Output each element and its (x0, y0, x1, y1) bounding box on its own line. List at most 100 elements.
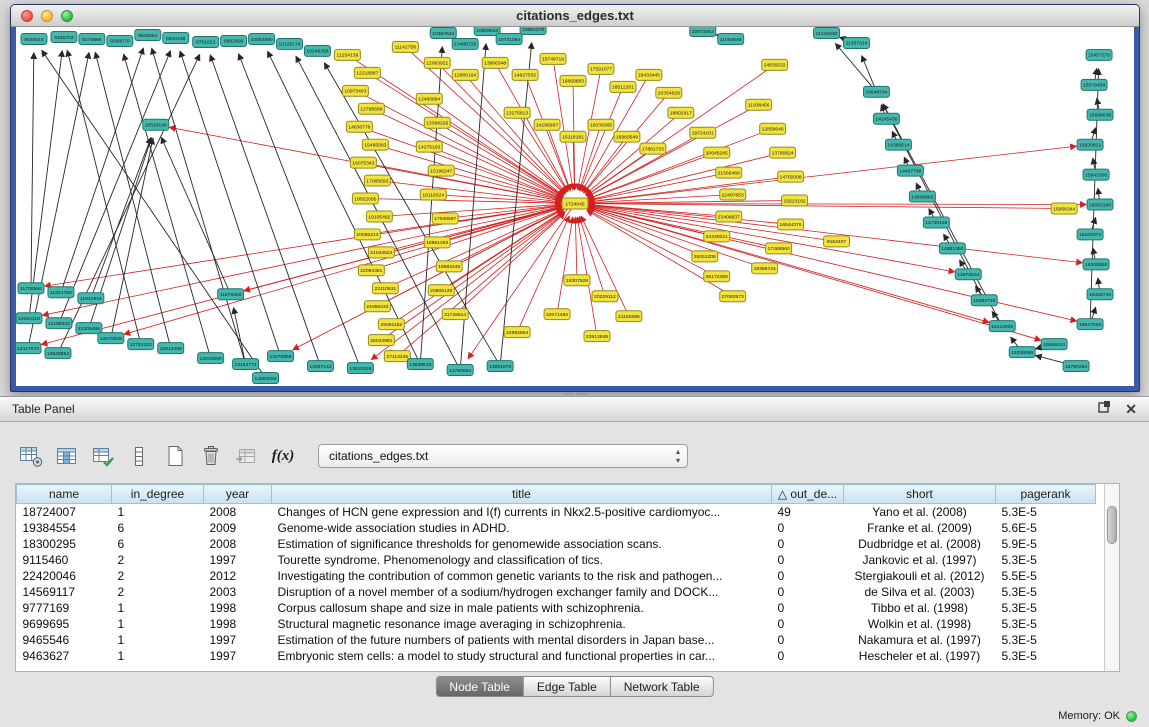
graph-node[interactable]: 11254139 (334, 49, 360, 60)
graph-node[interactable]: 23110531 (372, 283, 398, 294)
graph-node[interactable]: 11579382 (218, 289, 244, 300)
graph-node[interactable]: 16426742 (1087, 289, 1113, 300)
graph-node[interactable]: 27113245 (384, 351, 410, 362)
graph-node[interactable]: 23913848 (584, 331, 610, 342)
close-window-button[interactable] (21, 10, 33, 22)
graph-node[interactable]: 21566469 (716, 167, 742, 178)
graph-node[interactable]: 13881878 (487, 361, 513, 372)
graph-node[interactable]: 14636778 (346, 121, 372, 132)
graph-node[interactable]: 20229112 (592, 291, 618, 302)
graph-node[interactable]: 10367542 (430, 27, 456, 38)
graph-node[interactable]: 14608982 (909, 191, 935, 202)
import-table-button[interactable] (232, 442, 262, 470)
graph-node[interactable]: 16305558 (1083, 259, 1109, 270)
graph-node[interactable]: 20805126 (428, 285, 454, 296)
graph-node[interactable]: 14275183 (416, 141, 442, 152)
graph-node[interactable]: 10852278 (520, 27, 546, 34)
graph-node[interactable]: 21726814 (442, 309, 468, 320)
graph-node[interactable]: 17591077 (588, 63, 614, 74)
graph-node[interactable]: 14366614 (885, 139, 911, 150)
graph-node[interactable]: 12306486 (76, 323, 102, 334)
graph-node[interactable]: 18512261 (610, 81, 636, 92)
table-row[interactable]: 1456911722003Disruption of a novel membe… (17, 584, 1096, 600)
graph-node[interactable]: 10246358 (304, 45, 330, 56)
graph-node[interactable]: 11938456 (746, 99, 772, 110)
table-row[interactable]: 946362711997Embryonic stem cells: a mode… (17, 648, 1096, 664)
graph-node[interactable]: 10003990 (249, 33, 275, 44)
table-row[interactable]: 977716911998Corpus callosum shape and si… (17, 600, 1096, 616)
graph-node[interactable]: 20645285 (704, 147, 730, 158)
graph-node[interactable]: 14196997 (534, 119, 560, 130)
graph-node[interactable]: 9154407 (824, 236, 850, 247)
graph-node[interactable]: 14245430 (873, 113, 899, 124)
graph-node[interactable]: 20354629 (656, 87, 682, 98)
graph-node[interactable]: 15336086 (1009, 347, 1035, 358)
table-selector-dropdown[interactable]: citations_edges.txt ▴▾ (318, 444, 688, 468)
graph-node[interactable]: 13275813 (504, 107, 530, 118)
graph-node[interactable]: 15093718 (971, 295, 997, 306)
graph-node[interactable]: 20518198 (143, 119, 169, 130)
graph-node[interactable]: 22992664 (504, 327, 530, 338)
graph-node[interactable]: 10125174 (277, 38, 303, 49)
graph-node[interactable]: 9398070 (107, 35, 133, 46)
graph-node[interactable]: 9519254 (135, 29, 161, 40)
float-panel-icon[interactable] (1098, 400, 1111, 418)
table-scrollbar[interactable] (1104, 484, 1119, 671)
graph-node[interactable]: 24835032 (762, 59, 788, 70)
graph-node[interactable]: 14851350 (939, 243, 965, 254)
graph-node[interactable]: 17040587 (432, 213, 458, 224)
graph-node[interactable]: 12548854 (45, 348, 71, 359)
graph-node[interactable]: 13154774 (233, 359, 259, 370)
graph-node[interactable]: 14003062 (253, 373, 279, 384)
delete-table-button[interactable] (196, 442, 226, 470)
graph-node[interactable]: 15578454 (1081, 79, 1107, 90)
graph-node[interactable]: 25251205 (692, 251, 718, 262)
table-header-row[interactable]: namein_degreeyeartitle△ out_de...shortpa… (17, 485, 1096, 504)
network-canvas[interactable]: 1724045112541391221898710973493127965891… (16, 27, 1134, 386)
graph-node[interactable]: 15699638 (1087, 109, 1113, 120)
column-header-in_degree[interactable]: in_degree (112, 485, 204, 504)
graph-node[interactable]: 13780824 (770, 147, 796, 158)
graph-node[interactable]: 17085693 (364, 175, 390, 186)
graph-node[interactable]: 23408837 (716, 211, 742, 222)
graph-node[interactable]: 11142758 (392, 41, 418, 52)
new-table-button[interactable] (160, 442, 190, 470)
graph-node[interactable]: 22093381 (358, 265, 384, 276)
graph-node[interactable]: 11821750 (48, 287, 74, 298)
graph-node[interactable]: 16547926 (1077, 319, 1103, 330)
graph-node[interactable]: 16669110 (1041, 339, 1067, 350)
graph-node[interactable]: 16039365 (588, 119, 614, 130)
graph-node[interactable]: 12912406 (158, 343, 184, 354)
graph-node[interactable]: 15820822 (1077, 139, 1103, 150)
graph-node[interactable]: 15623192 (782, 195, 808, 206)
graph-node[interactable]: 9276886 (79, 33, 105, 44)
graph-node[interactable]: 12670038 (98, 333, 124, 344)
graph-node[interactable]: 11942934 (78, 293, 104, 304)
graph-node[interactable]: 16960549 (614, 131, 640, 142)
graph-node[interactable]: 24056433 (364, 301, 390, 312)
graph-node[interactable]: 11094646 (718, 33, 744, 44)
column-header-pagerank[interactable]: pagerank (996, 485, 1096, 504)
graph-node[interactable]: 13906348 (482, 57, 508, 68)
edit-columns-button[interactable] (88, 442, 118, 470)
function-builder-button[interactable]: f(x) (268, 442, 298, 470)
graph-node[interactable]: 16669893 (560, 75, 586, 86)
table-row[interactable]: 911546021997Tourette syndrome. Phenomeno… (17, 552, 1096, 568)
column-header-short[interactable]: short (844, 485, 996, 504)
graph-node[interactable]: 24330021 (704, 231, 730, 242)
graph-node[interactable]: 27093573 (720, 291, 746, 302)
graph-node[interactable]: 9034518 (21, 33, 47, 44)
graph-node[interactable]: 11700566 (18, 283, 44, 294)
graph-node[interactable]: 16648794 (863, 86, 889, 97)
table-row[interactable]: 1872400712008Changes of HCN gene express… (17, 504, 1096, 521)
graph-node[interactable]: 14972534 (955, 269, 981, 280)
graph-node[interactable]: 13760694 (447, 365, 473, 376)
graph-node[interactable]: 16063190 (1087, 199, 1113, 210)
graph-node[interactable]: 12218987 (354, 67, 380, 78)
graph-node[interactable]: 12985164 (452, 69, 478, 80)
graph-node[interactable]: 19883445 (436, 261, 462, 272)
graph-node[interactable]: 15942006 (1083, 169, 1109, 180)
graph-node[interactable]: 10731094 (496, 33, 522, 44)
graph-node[interactable]: 19307928 (564, 275, 590, 286)
graph-node[interactable]: 18022095 (352, 193, 378, 204)
